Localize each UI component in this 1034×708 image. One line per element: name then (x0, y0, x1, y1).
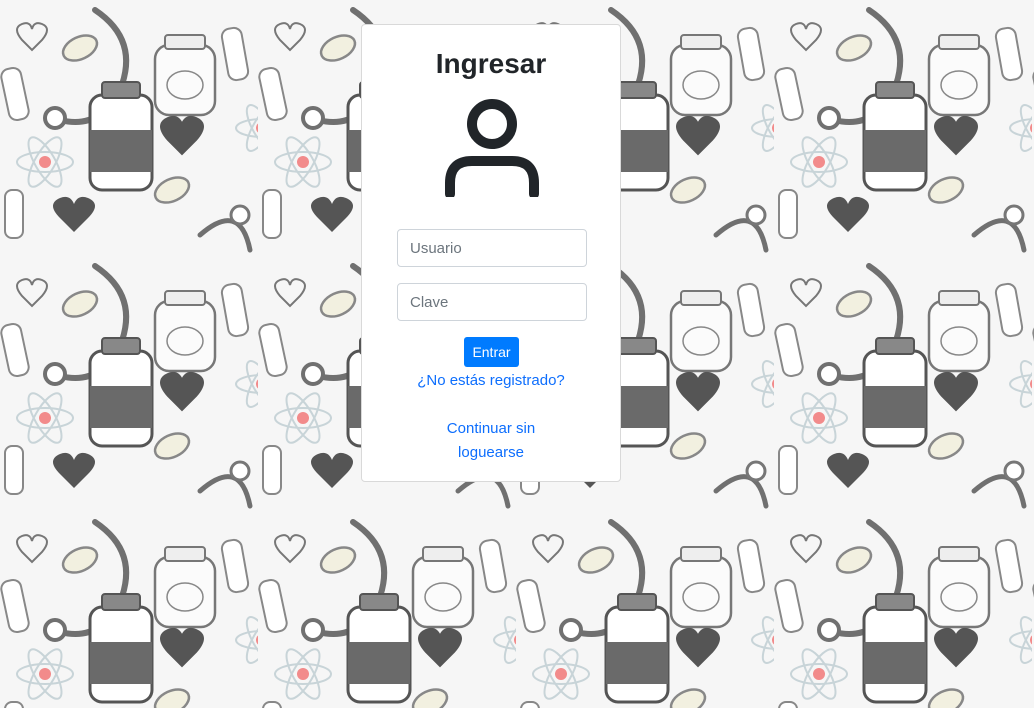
continue-as-guest-link[interactable]: Continuar sin loguearse (422, 417, 560, 465)
page-title: Ingresar (435, 48, 547, 79)
user-icon (445, 99, 539, 197)
login-card: Ingresar Entrar ¿No estás registrado? Co… (361, 24, 621, 482)
register-link[interactable]: ¿No estás registrado? (362, 369, 620, 393)
username-input[interactable] (397, 229, 587, 267)
login-button[interactable]: Entrar (464, 337, 519, 367)
password-input[interactable] (397, 283, 587, 321)
